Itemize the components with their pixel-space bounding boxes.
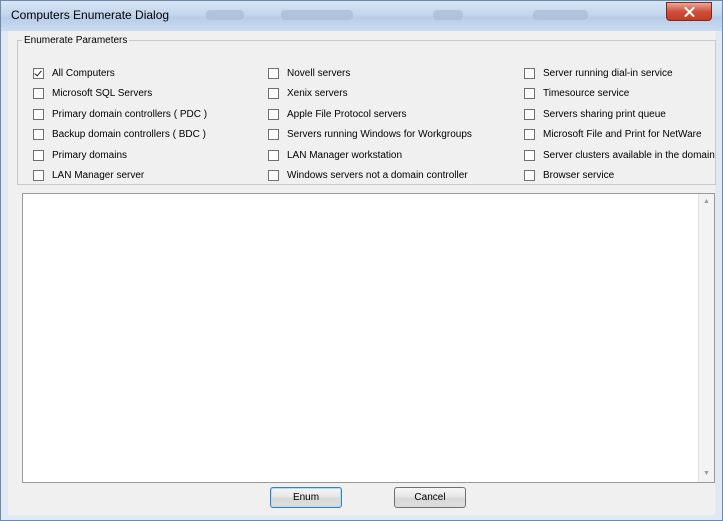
checkbox-microsoft-sql-servers[interactable]: Microsoft SQL Servers [33, 86, 152, 100]
checkbox-box[interactable] [524, 128, 535, 140]
checkbox-primary-domains[interactable]: Primary domains [33, 148, 127, 162]
checkbox-file-print-netware[interactable]: Microsoft File and Print for NetWare [524, 127, 702, 141]
checkbox-windows-for-workgroups[interactable]: Servers running Windows for Workgroups [268, 127, 472, 141]
checkbox-box[interactable] [33, 108, 44, 120]
checkbox-box[interactable] [268, 128, 279, 140]
checkbox-dial-in-service[interactable]: Server running dial-in service [524, 66, 673, 80]
checkbox-box[interactable] [524, 67, 535, 79]
checkbox-label: LAN Manager workstation [287, 149, 403, 161]
vertical-scrollbar[interactable]: ▲ ▼ [698, 194, 714, 482]
checkbox-box[interactable] [268, 108, 279, 120]
checkbox-windows-servers-not-dc[interactable]: Windows servers not a domain controller [268, 168, 468, 182]
checkbox-box[interactable] [268, 87, 279, 99]
checkbox-label: All Computers [52, 67, 115, 79]
close-icon [684, 7, 695, 17]
checkbox-label: Server clusters available in the domain [543, 149, 715, 161]
checkbox-box[interactable] [524, 108, 535, 120]
checkbox-label: Primary domains [52, 149, 128, 161]
checkbox-backup-domain-controllers[interactable]: Backup domain controllers ( BDC ) [33, 127, 206, 141]
checkbox-label: Servers running Windows for Workgroups [287, 128, 472, 140]
scroll-down-arrow-icon[interactable]: ▼ [699, 466, 714, 482]
results-list[interactable]: ▲ ▼ [22, 193, 715, 483]
group-legend: Enumerate Parameters [24, 35, 128, 46]
checkbox-lan-manager-workstation[interactable]: LAN Manager workstation [268, 148, 402, 162]
dialog-client-area: Enumerate Parameters All Computers Micro… [8, 31, 716, 515]
checkbox-box[interactable] [524, 87, 535, 99]
checkbox-label: Microsoft SQL Servers [52, 87, 153, 99]
checkbox-box[interactable] [268, 149, 279, 161]
dialog-window: Computers Enumerate Dialog Enumerate Par… [0, 0, 723, 521]
checkbox-box[interactable] [268, 169, 279, 181]
checkbox-box[interactable] [524, 169, 535, 181]
checkbox-timesource-service[interactable]: Timesource service [524, 86, 629, 100]
blurred-region [533, 10, 588, 20]
checkbox-label: Microsoft File and Print for NetWare [543, 128, 702, 140]
enum-button[interactable]: Enum [270, 487, 342, 508]
checkbox-print-queue[interactable]: Servers sharing print queue [524, 107, 666, 121]
checkbox-box[interactable] [33, 87, 44, 99]
checkbox-box[interactable] [33, 149, 44, 161]
checkbox-label: Server running dial-in service [543, 67, 673, 79]
blurred-region [433, 10, 463, 20]
checkbox-label: Apple File Protocol servers [287, 108, 407, 120]
close-button[interactable] [666, 2, 712, 21]
checkbox-box[interactable] [33, 169, 44, 181]
blurred-region [206, 10, 244, 20]
checkbox-primary-domain-controllers[interactable]: Primary domain controllers ( PDC ) [33, 107, 207, 121]
cancel-button[interactable]: Cancel [394, 487, 466, 508]
blurred-region [281, 10, 353, 20]
checkbox-box[interactable] [33, 67, 44, 79]
checkbox-label: Browser service [543, 169, 615, 181]
checkbox-xenix-servers[interactable]: Xenix servers [268, 86, 348, 100]
checkbox-box[interactable] [268, 67, 279, 79]
checkbox-novell-servers[interactable]: Novell servers [268, 66, 350, 80]
checkbox-box[interactable] [33, 128, 44, 140]
checkbox-box[interactable] [524, 149, 535, 161]
checkbox-label: LAN Manager server [52, 169, 145, 181]
checkbox-all-computers[interactable]: All Computers [33, 66, 115, 80]
scroll-up-arrow-icon[interactable]: ▲ [699, 194, 714, 210]
checkbox-label: Primary domain controllers ( PDC ) [52, 108, 208, 120]
checkbox-server-clusters[interactable]: Server clusters available in the domain [524, 148, 715, 162]
enumerate-parameters-group: Enumerate Parameters All Computers Micro… [17, 35, 716, 185]
checkbox-label: Xenix servers [287, 87, 348, 99]
checkbox-label: Windows servers not a domain controller [287, 169, 468, 181]
checkbox-label: Servers sharing print queue [543, 108, 666, 120]
checkbox-lan-manager-server[interactable]: LAN Manager server [33, 168, 144, 182]
checkbox-browser-service[interactable]: Browser service [524, 168, 614, 182]
checkbox-apple-file-protocol-servers[interactable]: Apple File Protocol servers [268, 107, 407, 121]
title-bar[interactable]: Computers Enumerate Dialog [1, 1, 722, 31]
checkbox-label: Backup domain controllers ( BDC ) [52, 128, 206, 140]
window-title: Computers Enumerate Dialog [11, 8, 170, 22]
checkbox-label: Timesource service [543, 87, 630, 99]
checkbox-label: Novell servers [287, 67, 351, 79]
